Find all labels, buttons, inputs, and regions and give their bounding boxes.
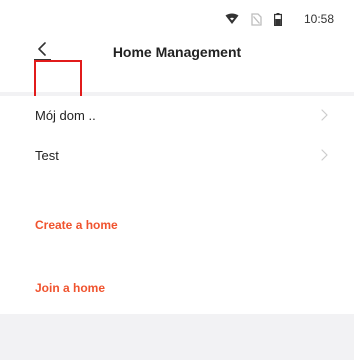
create-home-button[interactable]: Create a home xyxy=(0,206,354,246)
page-title: Home Management xyxy=(112,44,242,60)
home-item[interactable]: Mój dom .. xyxy=(0,96,354,136)
highlight-box xyxy=(34,60,82,100)
create-home-label: Create a home xyxy=(35,218,118,232)
wifi-icon xyxy=(225,13,239,25)
home-item-label: Mój dom .. xyxy=(35,108,96,123)
no-sim-icon xyxy=(251,12,262,26)
home-item[interactable]: Test xyxy=(0,136,354,176)
status-bar: 10:58 xyxy=(0,0,354,38)
status-icons xyxy=(225,11,282,27)
join-home-label: Join a home xyxy=(35,281,106,295)
home-list: Mój dom .. Test Create a home Join a hom… xyxy=(0,96,354,314)
join-home-button[interactable]: Join a home xyxy=(0,269,354,309)
chevron-right-icon xyxy=(321,109,328,121)
battery-icon xyxy=(274,12,282,26)
chevron-right-icon xyxy=(321,149,328,161)
home-item-label: Test xyxy=(35,148,59,163)
clock: 10:58 xyxy=(303,12,334,26)
